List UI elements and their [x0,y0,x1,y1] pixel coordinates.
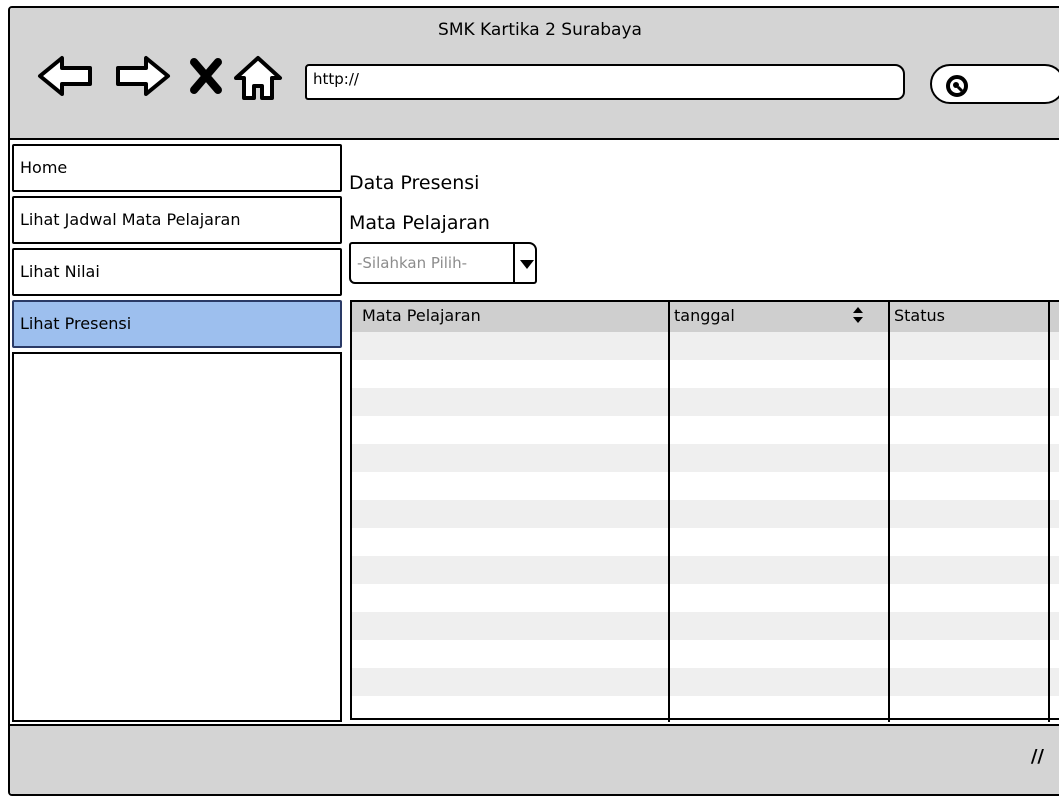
table-row [352,332,1059,360]
url-bar[interactable]: http:// [305,64,905,100]
column-header-tanggal[interactable]: tanggal [674,306,735,325]
back-icon[interactable] [36,54,96,98]
table-row [352,444,1059,472]
sidebar-item-home[interactable]: Home [12,144,342,192]
search-icon [946,75,968,97]
column-header-mata-pelajaran[interactable]: Mata Pelajaran [362,306,481,325]
table-row [352,668,1059,696]
main-content: Data Presensi Mata Pelajaran -Silahkan P… [345,142,1059,794]
sidebar-item-jadwal[interactable]: Lihat Jadwal Mata Pelajaran [12,196,342,244]
search-input[interactable] [930,64,1059,104]
status-bar: // [10,724,1059,794]
stop-icon[interactable] [186,54,226,98]
table-row [352,388,1059,416]
sidebar-empty-panel [12,352,342,722]
column-divider [1048,302,1050,722]
attendance-table: Mata Pelajaran tanggal Status [350,300,1059,722]
sort-icon[interactable] [852,306,864,324]
sidebar-item-nilai[interactable]: Lihat Nilai [12,248,342,296]
subject-select-value: -Silahkan Pilih- [357,254,467,272]
subject-select[interactable]: -Silahkan Pilih- [349,242,537,284]
home-icon[interactable] [232,54,284,102]
select-divider [513,244,515,284]
browser-window: SMK Kartika 2 Surabaya http:// Home Liha… [8,6,1059,796]
page-title: Data Presensi [349,172,480,194]
table-row [352,500,1059,528]
forward-icon[interactable] [112,54,172,98]
table-row [352,556,1059,584]
window-title: SMK Kartika 2 Surabaya [438,20,642,40]
column-divider [668,302,670,722]
title-bar: SMK Kartika 2 Surabaya http:// [10,8,1059,140]
column-header-status[interactable]: Status [894,306,945,325]
subject-label: Mata Pelajaran [349,212,490,234]
table-row [352,612,1059,640]
chevron-down-icon[interactable] [519,258,535,270]
column-divider [888,302,890,722]
resize-grip-icon[interactable]: // [1031,746,1044,767]
sidebar-item-presensi[interactable]: Lihat Presensi [12,300,342,348]
